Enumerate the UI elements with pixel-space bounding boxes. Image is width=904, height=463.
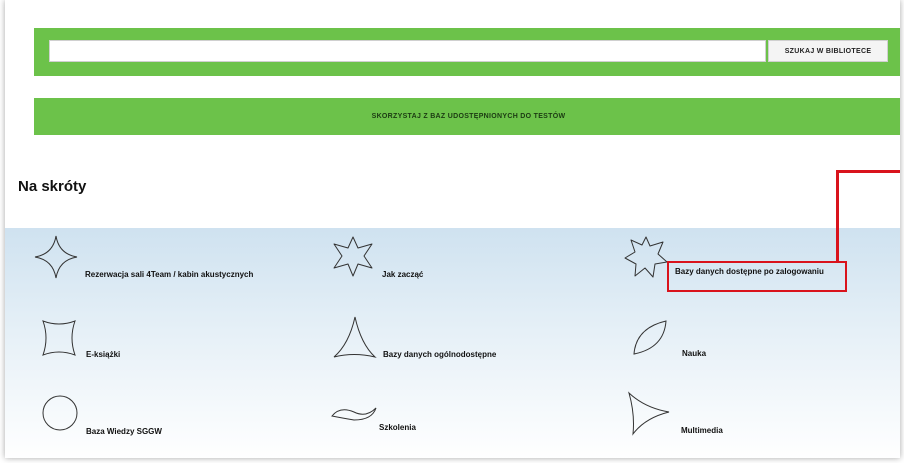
shortcut-ebooks[interactable]: E-książki	[38, 317, 120, 359]
star-icon	[623, 234, 669, 280]
shortcut-multimedia[interactable]: Multimedia	[625, 390, 723, 436]
shortcut-label: Rezerwacja sali 4Team / kabin akustyczny…	[85, 270, 254, 279]
shortcut-label: E-książki	[86, 350, 121, 359]
shortcut-getting-started[interactable]: Jak zacząć	[330, 234, 423, 280]
section-title: Na skróty	[18, 178, 87, 195]
annotation-line	[836, 172, 839, 262]
shortcut-science[interactable]: Nauka	[630, 318, 706, 358]
square-icon	[38, 317, 80, 359]
shortcut-label: Nauka	[682, 349, 707, 358]
page-frame: SZUKAJ W BIBLIOTECE SKORZYSTAJ Z BAZ UDO…	[5, 0, 900, 458]
shortcut-label: Bazy danych ogólnodostępne	[383, 350, 497, 359]
triangle-icon	[331, 314, 377, 360]
search-input[interactable]	[49, 40, 766, 62]
shortcut-open-databases[interactable]: Bazy danych ogólnodostępne	[331, 314, 496, 360]
shortcut-label: Baza Wiedzy SGGW	[86, 427, 162, 436]
star-icon	[330, 234, 376, 280]
shortcut-trainings[interactable]: Szkolenia	[330, 402, 416, 432]
shortcut-label: Szkolenia	[379, 423, 416, 432]
search-button[interactable]: SZUKAJ W BIBLIOTECE	[768, 40, 888, 62]
wave-icon	[330, 402, 378, 426]
shortcut-room-booking[interactable]: Rezerwacja sali 4Team / kabin akustyczny…	[33, 234, 253, 280]
leaf-icon	[630, 318, 670, 358]
shortcut-label: Jak zacząć	[382, 270, 424, 279]
test-databases-button[interactable]: SKORZYSTAJ Z BAZ UDOSTĘPNIONYCH DO TESTÓ…	[34, 98, 900, 135]
search-bar: SZUKAJ W BIBLIOTECE	[34, 28, 900, 76]
shortcut-label: Multimedia	[681, 426, 723, 435]
annotation-highlight-box	[667, 261, 847, 292]
shortcut-knowledge-base[interactable]: Baza Wiedzy SGGW	[40, 393, 162, 436]
circle-icon	[40, 393, 80, 433]
annotation-line	[836, 170, 900, 173]
play-triangle-icon	[625, 390, 671, 436]
diamond-icon	[33, 234, 79, 280]
